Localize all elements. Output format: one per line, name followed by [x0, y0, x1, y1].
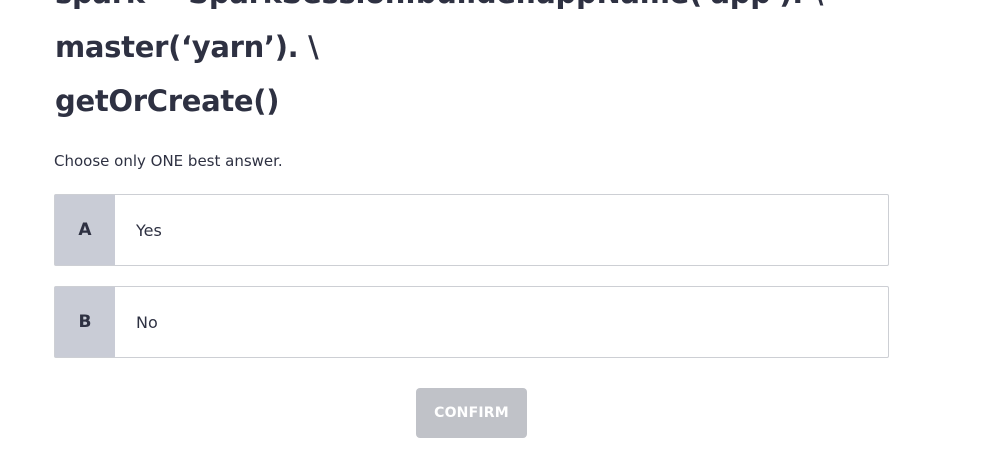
answer-instruction: Choose only ONE best answer. — [54, 152, 283, 170]
question-line-2: master(‘yarn’). \ — [55, 30, 319, 64]
option-letter: B — [55, 287, 115, 357]
option-text: Yes — [136, 220, 162, 240]
question-line-3: getOrCreate() — [55, 84, 280, 118]
answer-option-a[interactable]: A Yes — [54, 194, 889, 266]
confirm-button[interactable]: CONFIRM — [416, 388, 527, 438]
option-text: No — [136, 312, 158, 332]
question-text: spark = SparkSession.builder.appName('ap… — [55, 0, 823, 128]
question-line-1: spark = SparkSession.builder.appName('ap… — [55, 0, 823, 20]
quiz-page: spark = SparkSession.builder.appName('ap… — [0, 0, 1007, 468]
answer-option-b[interactable]: B No — [54, 286, 889, 358]
option-letter: A — [55, 195, 115, 265]
